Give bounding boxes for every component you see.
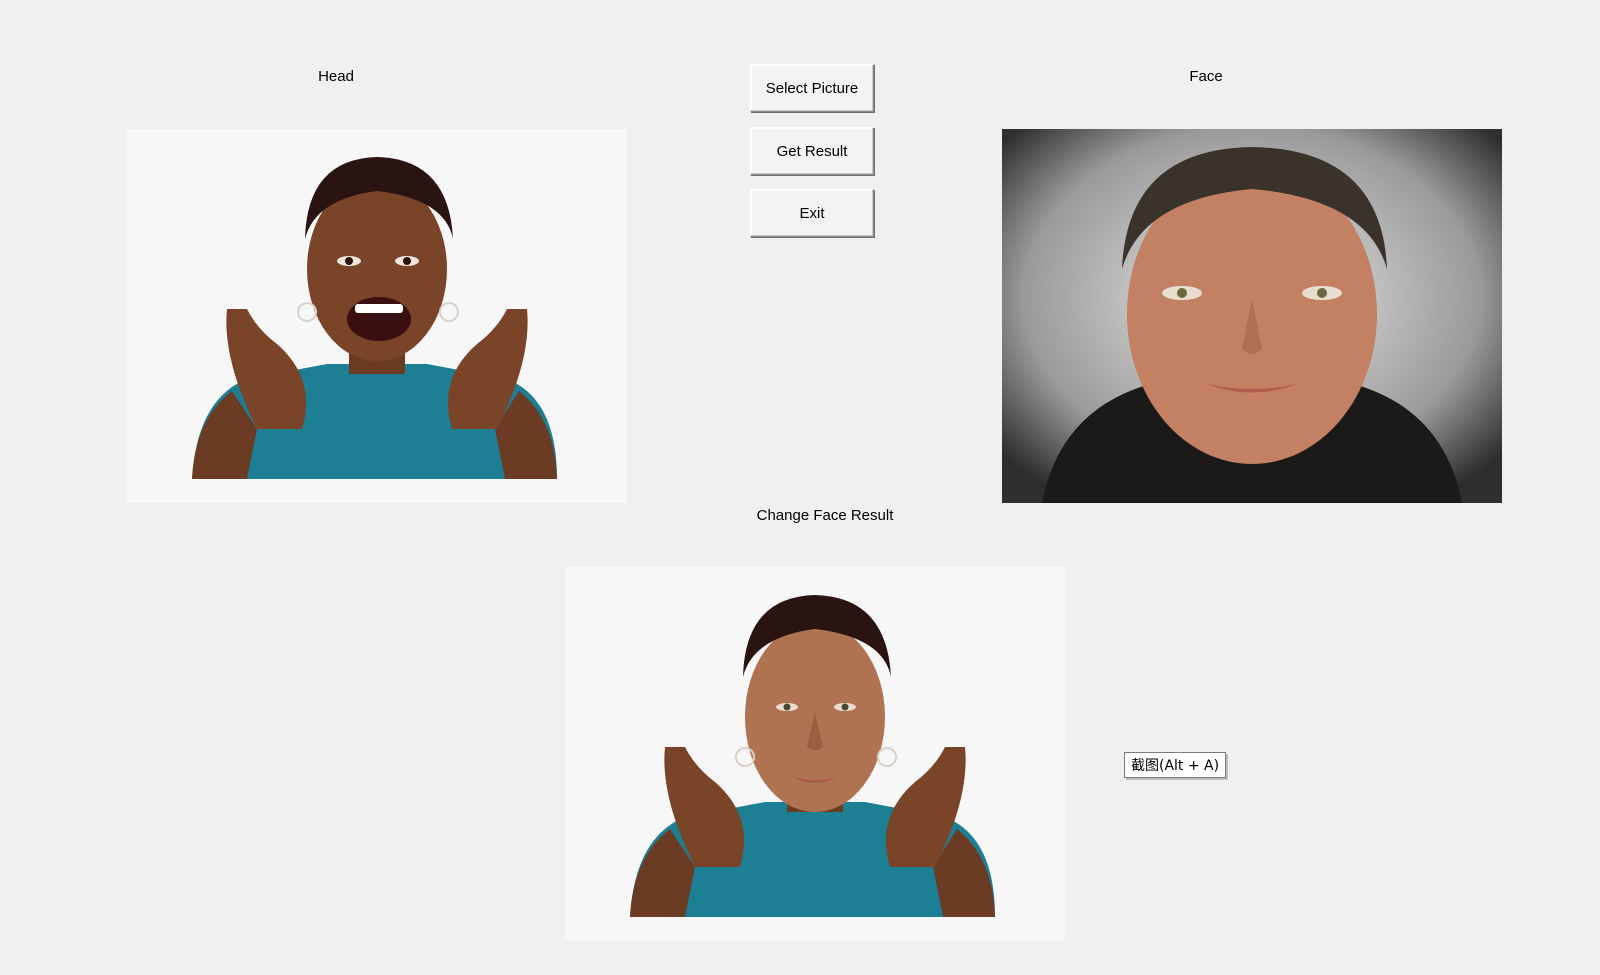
result-label: Change Face Result	[756, 507, 894, 524]
head-image	[127, 129, 627, 503]
man-photo-graphic	[1002, 129, 1502, 503]
result-photo-graphic	[630, 595, 995, 917]
result-image	[565, 567, 1065, 941]
select-picture-button[interactable]: Select Picture	[750, 64, 874, 112]
head-label: Head	[318, 68, 354, 85]
face-image	[1002, 129, 1502, 503]
exit-button[interactable]: Exit	[750, 189, 874, 237]
woman-photo-graphic	[192, 157, 557, 479]
get-result-button[interactable]: Get Result	[750, 127, 874, 175]
face-label: Face	[1189, 68, 1223, 85]
screenshot-tooltip: 截图(Alt + A)	[1124, 752, 1227, 778]
